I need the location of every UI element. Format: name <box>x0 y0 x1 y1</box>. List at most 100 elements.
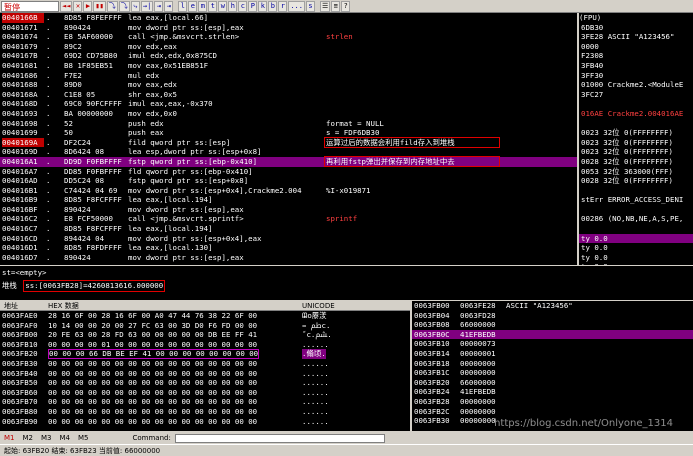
window-button-m[interactable]: m <box>198 0 208 12</box>
disasm-row[interactable]: 004016C2. E8 FCF50000 call <jmp.&msvcrt.sp… <box>0 214 577 224</box>
registers-pane[interactable]: (FPU) 6DB30 3FE28 ASCII "A123456" 0000 F230… <box>579 13 693 265</box>
register-line[interactable]: 0023 32位 0(FFFFFFFF) <box>579 128 693 138</box>
dump-row[interactable]: 0063FB10 00 00 00 00 01 00 00 00 00 00 00… <box>0 340 410 350</box>
disasm-row[interactable]: 004016CD. 894424 04 mov dword ptr ss:[esp+… <box>0 234 577 244</box>
window-button-s[interactable]: s <box>305 0 315 12</box>
register-line[interactable] <box>579 205 693 215</box>
stack-row[interactable]: 0063FB18 00000000 <box>412 359 693 369</box>
register-line[interactable]: F2308 <box>579 51 693 61</box>
dump-row[interactable]: 0063FB00 20 FE 63 00 28 FD 63 00 00 00 00… <box>0 330 410 340</box>
register-line[interactable]: 0023 32位 0(FFFFFFFF) <box>579 147 693 157</box>
register-line[interactable]: stErr ERROR_ACCESS_DENI <box>579 195 693 205</box>
register-line[interactable]: ty 0.0 <box>579 233 693 244</box>
stack-row[interactable]: 0063FB14 00000001 <box>412 349 693 359</box>
debug-button[interactable]: ▮▮ <box>93 0 106 12</box>
window-button-r[interactable]: r <box>278 0 288 12</box>
disasm-row[interactable]: 00401686. F7E2 mul edx <box>0 71 577 81</box>
stack-row[interactable]: 0063FB00 0063FE28 ASCII "A123456" <box>412 301 693 311</box>
dump-tab-m4[interactable]: M4 <box>56 434 75 442</box>
register-line[interactable]: 00286 (NO,NB,NE,A,S,PE, <box>579 214 693 224</box>
dump-header-hex[interactable]: HEX 数据 <box>48 301 79 311</box>
register-line[interactable]: 3FC27 <box>579 90 693 100</box>
dump-tab-m5[interactable]: M5 <box>74 434 93 442</box>
stack-row[interactable]: 0063FB24 41EFBEDB <box>412 387 693 397</box>
dump-row[interactable]: 0063FAF0 10 14 00 00 20 00 27 FC 63 00 3D… <box>0 321 410 331</box>
register-line[interactable]: 3FE28 ASCII "A123456" <box>579 32 693 42</box>
disasm-row[interactable]: 004016BF. 890424 mov dword ptr ss:[esp],ea… <box>0 205 577 215</box>
debug-button[interactable]: ✕ <box>73 0 83 12</box>
register-line[interactable]: ty 0.0 <box>579 253 693 263</box>
dump-tab-m2[interactable]: M2 <box>19 434 38 442</box>
dump-row[interactable]: 0063FB90 00 00 00 00 00 00 00 00 00 00 00… <box>0 417 410 427</box>
dump-tab-m1[interactable]: M1 <box>0 434 19 442</box>
register-line[interactable]: ty 0.0 <box>579 243 693 253</box>
disasm-row[interactable]: 0040168D. 69C0 90FCFFFF imul eax,eax,-0x37… <box>0 99 577 109</box>
debug-button[interactable]: ⤵ <box>106 0 118 12</box>
window-button-t[interactable]: t <box>208 0 218 12</box>
register-line[interactable]: 016AE Crackme2.004016AE <box>579 109 693 119</box>
disasm-row[interactable]: 00401681. B8 1F85EB51 mov eax,0x51EB851F <box>0 61 577 71</box>
debug-button[interactable]: ◄◄ <box>60 0 73 12</box>
dump-row[interactable]: 0063FAE0 28 16 6F 00 28 16 6F 00 A0 47 44… <box>0 311 410 321</box>
register-line[interactable] <box>579 119 693 129</box>
register-line[interactable]: 01000 Crackme2.<ModuleE <box>579 80 693 90</box>
register-line[interactable]: 0028 32位 0(FFFFFFFF) <box>579 157 693 167</box>
window-button-e[interactable]: e <box>188 0 198 12</box>
register-line[interactable] <box>579 99 693 109</box>
debug-button[interactable]: ▶ <box>83 0 93 12</box>
debug-button[interactable]: →| <box>140 0 154 12</box>
command-input[interactable] <box>174 433 385 443</box>
debug-button[interactable]: ⇥ <box>154 0 164 12</box>
stack-pane[interactable]: 0063FB00 0063FE28 ASCII "A123456" 0063FB04 0… <box>412 301 693 431</box>
stack-row[interactable]: 0063FB28 00000000 <box>412 397 693 407</box>
disasm-row[interactable]: 0040166B. 8D85 F8FEFFFF lea eax,[local.66] <box>0 13 577 23</box>
window-button-k[interactable]: k <box>258 0 268 12</box>
tool-button[interactable]: ? <box>341 0 351 12</box>
stack-row[interactable]: 0063FB20 66000000 <box>412 378 693 388</box>
register-line[interactable] <box>579 224 693 234</box>
stack-row[interactable]: 0063FB08 66000000 <box>412 320 693 330</box>
disasm-row[interactable]: 004016C7. 8D85 F8FCFFFF lea eax,[local.194… <box>0 224 577 234</box>
register-line[interactable]: 6DB30 <box>579 23 693 33</box>
dump-row[interactable]: 0063FB40 00 00 00 00 00 00 00 00 00 00 00… <box>0 369 410 379</box>
register-line[interactable]: 3FB40 <box>579 61 693 71</box>
dump-row[interactable]: 0063FB70 00 00 00 00 00 00 00 00 00 00 00… <box>0 397 410 407</box>
stack-row[interactable]: 0063FB2C 00000000 <box>412 407 693 417</box>
disasm-row[interactable]: 00401688. 89D0 mov eax,edx <box>0 80 577 90</box>
register-line[interactable]: 0023 32位 0(FFFFFFFF) <box>579 138 693 148</box>
debug-button[interactable]: ⤷ <box>130 0 140 12</box>
disasm-row[interactable]: 0040168A. C1E8 05 shr eax,0x5 <box>0 90 577 100</box>
register-line[interactable]: 0028 32位 0(FFFFFFFF) <box>579 176 693 186</box>
debug-button[interactable]: ⇥ <box>164 0 174 12</box>
disasm-row[interactable]: 00401679. 89C2 mov edx,eax <box>0 42 577 52</box>
disasm-row[interactable]: 00401693. BA 00000000 mov edx,0x0 <box>0 109 577 119</box>
memory-dump-pane[interactable]: 地址 HEX 数据 UNICODE 0063FAE0 28 16 6F 00 28… <box>0 301 410 431</box>
dump-header-addr[interactable]: 地址 <box>4 301 18 311</box>
register-line[interactable]: ty 0.0 <box>579 262 693 265</box>
window-button-l[interactable]: l <box>178 0 188 12</box>
disasm-row[interactable]: 00401671. 890424 mov dword ptr ss:[esp],ea… <box>0 23 577 33</box>
tool-button[interactable]: ≡ <box>331 0 341 12</box>
register-line[interactable] <box>579 186 693 196</box>
disasm-row[interactable]: 004016D1. 8D85 F8FDFFFF lea eax,[local.130… <box>0 243 577 253</box>
tool-button[interactable]: ☰ <box>319 0 331 12</box>
window-button-P[interactable]: P <box>248 0 258 12</box>
disasm-row[interactable]: 0040167B. 69D2 CD75B80 imul edx,edx,0x875C… <box>0 51 577 61</box>
dump-row[interactable]: 0063FB80 00 00 00 00 00 00 00 00 00 00 00… <box>0 407 410 417</box>
stack-row[interactable]: 0063FB04 0063FD28 <box>412 311 693 321</box>
window-button-b[interactable]: b <box>268 0 278 12</box>
disasm-row[interactable]: 004016D7. 890424 mov dword ptr ss:[esp],ea… <box>0 253 577 263</box>
disasm-row[interactable]: 004016B1. C74424 04 69 mov dword ptr ss:[e… <box>0 186 577 196</box>
dump-row[interactable]: 0063FB60 00 00 00 00 00 00 00 00 00 00 00… <box>0 388 410 398</box>
disasm-row[interactable]: 004016AD. DD5C24 08 fstp qword ptr ss:[esp… <box>0 176 577 186</box>
disassembly-pane[interactable]: 0040166B. 8D85 F8FEFFFF lea eax,[local.66]… <box>0 13 577 265</box>
window-button-h[interactable]: h <box>228 0 238 12</box>
disasm-row[interactable]: 00401698. 52 push edx format = NULL <box>0 119 577 129</box>
dump-row[interactable]: 0063FB20 00 00 00 66 DB BE EF 41 00 00 00… <box>0 349 410 360</box>
register-line[interactable]: 0000 <box>579 42 693 52</box>
window-button-...[interactable]: ... <box>288 0 305 12</box>
disasm-row[interactable]: 00401674. E8 5AF60000 call <jmp.&msvcrt.st… <box>0 32 577 42</box>
stack-row[interactable]: 0063FB0C 41EFBEDB <box>412 329 693 340</box>
disasm-row[interactable]: 004016A7. DD85 F0FBFFFF fld qword ptr ss:[… <box>0 167 577 177</box>
debug-button[interactable]: ⤵ <box>118 0 130 12</box>
